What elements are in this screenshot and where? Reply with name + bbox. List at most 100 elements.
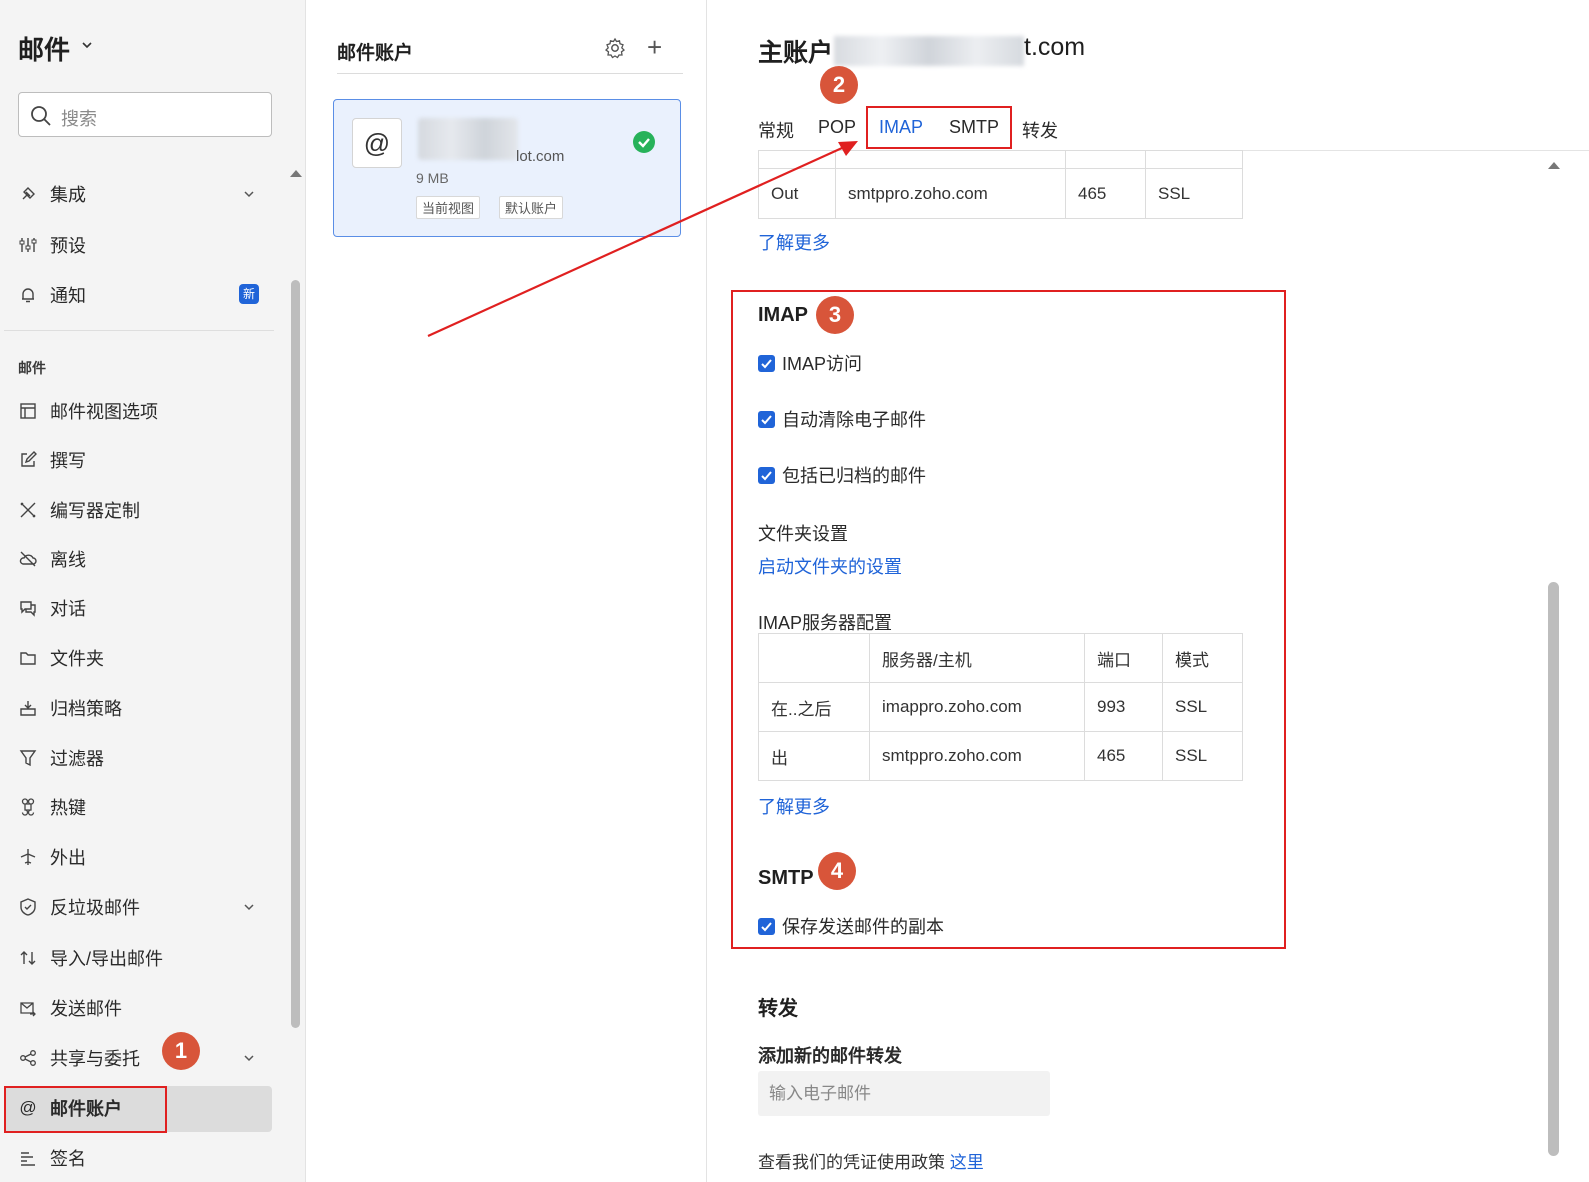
sidebar-item-label: 导入/导出邮件 (50, 949, 164, 969)
sidebar-item-label: 归档策略 (50, 699, 122, 719)
sidebar-item-archive-policy[interactable]: 归档策略 (18, 690, 273, 726)
sidebar-item-anti-spam[interactable]: 反垃圾邮件 (18, 889, 273, 925)
sidebar-item-label: 对话 (50, 599, 86, 619)
scroll-up-icon[interactable] (1547, 160, 1561, 170)
search-placeholder: 搜索 (61, 109, 97, 129)
gear-icon[interactable] (604, 37, 626, 59)
tab-general[interactable]: 常规 (758, 117, 794, 143)
sidebar-item-label: 预设 (50, 236, 86, 256)
sidebar-item-conversation[interactable]: 对话 (18, 590, 273, 626)
annotation-box-tabs (866, 106, 1012, 149)
sliders-icon (18, 235, 38, 255)
pop-server-table: Out smtppro.zoho.com 465 SSL (758, 150, 1243, 219)
annotation-badge-3: 3 (816, 296, 854, 334)
sidebar-item-send-mail[interactable]: 发送邮件 (18, 990, 273, 1026)
table-cell: Out (758, 168, 836, 219)
chevron-down-icon[interactable] (243, 1052, 255, 1064)
settings-sidebar: 邮件 搜索 集成 预设 通知 新 邮件 邮件视图选项 撰写 编写器定制 离线 对… (0, 0, 306, 1182)
forward-email-input[interactable] (758, 1071, 1050, 1116)
sidebar-item-notifications[interactable]: 通知 新 (18, 277, 273, 313)
sidebar-item-integrations[interactable]: 集成 (18, 176, 273, 212)
scroll-up-icon[interactable] (289, 168, 303, 178)
at-icon: @ (352, 118, 402, 168)
divider (337, 73, 683, 74)
accounts-column: 邮件账户 + @ lot.com 9 MB 当前视图 默认账户 (307, 0, 707, 1182)
policy-text: 查看我们的凭证使用政策 这里 (758, 1148, 984, 1173)
sidebar-item-signature[interactable]: 签名 (18, 1140, 273, 1176)
folder-icon (18, 648, 38, 668)
annotation-badge-2: 2 (820, 66, 858, 104)
redacted-email (834, 36, 1024, 66)
sidebar-item-presets[interactable]: 预设 (18, 227, 273, 263)
sidebar-item-out-of-office[interactable]: 外出 (18, 839, 273, 875)
compose-icon (18, 450, 38, 470)
add-account-button[interactable]: + (647, 34, 662, 60)
sidebar-item-label: 离线 (50, 550, 86, 570)
account-card[interactable]: @ lot.com 9 MB 当前视图 默认账户 (333, 99, 681, 237)
chevron-down-icon[interactable] (243, 188, 255, 200)
sidebar-item-import-export[interactable]: 导入/导出邮件 (18, 940, 273, 976)
sidebar-item-hotkeys[interactable]: 热键 (18, 789, 273, 825)
tools-icon (18, 500, 38, 520)
command-icon (18, 797, 38, 817)
sidebar-item-label: 签名 (50, 1149, 86, 1169)
sidebar-item-offline[interactable]: 离线 (18, 541, 273, 577)
annotation-box-accounts (4, 1086, 167, 1133)
sidebar-item-label: 反垃圾邮件 (50, 898, 140, 918)
sidebar-scrollbar[interactable] (291, 280, 300, 1028)
sidebar-item-editor-customization[interactable]: 编写器定制 (18, 492, 273, 528)
chevron-down-icon[interactable] (243, 901, 255, 913)
layout-icon (18, 401, 38, 421)
sidebar-item-label: 编写器定制 (50, 501, 140, 521)
sidebar-item-compose[interactable]: 撰写 (18, 442, 273, 478)
add-forward-label: 添加新的邮件转发 (758, 1046, 902, 1066)
archive-icon (18, 698, 38, 718)
account-size: 9 MB (416, 170, 449, 186)
search-input[interactable]: 搜索 (18, 92, 272, 137)
tag-current-view: 当前视图 (416, 196, 481, 219)
learn-more-link[interactable]: 了解更多 (758, 229, 830, 255)
tab-pop[interactable]: POP (818, 117, 856, 138)
sidebar-item-label: 发送邮件 (50, 999, 122, 1019)
chevron-down-icon[interactable] (80, 38, 94, 52)
annotation-box-imap-smtp (731, 290, 1286, 949)
cloud-off-icon (18, 549, 38, 569)
sidebar-item-mail-view-options[interactable]: 邮件视图选项 (18, 393, 273, 429)
signature-icon (18, 1148, 38, 1168)
table-row (758, 150, 1243, 169)
account-heading: 主账户 (758, 39, 834, 67)
sidebar-item-sharing-delegation[interactable]: 共享与委托 (18, 1040, 273, 1076)
sidebar-item-label: 过滤器 (50, 749, 104, 769)
app-title[interactable]: 邮件 (18, 30, 70, 67)
sidebar-item-label: 撰写 (50, 451, 86, 471)
send-mail-icon (18, 998, 38, 1018)
share-icon (18, 1048, 38, 1068)
sidebar-item-folders[interactable]: 文件夹 (18, 640, 273, 676)
annotation-badge-1: 1 (162, 1032, 200, 1070)
redacted-account-name (418, 118, 518, 160)
sidebar-item-filters[interactable]: 过滤器 (18, 740, 273, 776)
import-export-icon (18, 948, 38, 968)
table-cell: SSL (1145, 168, 1243, 219)
content-scrollbar[interactable] (1548, 582, 1559, 1156)
table-row: Out smtppro.zoho.com 465 SSL (758, 168, 1243, 219)
table-cell: 465 (1065, 168, 1146, 219)
annotation-badge-4: 4 (818, 852, 856, 890)
policy-text-label: 查看我们的凭证使用政策 (758, 1153, 945, 1172)
new-badge: 新 (238, 284, 259, 304)
table-cell: smtppro.zoho.com (835, 168, 1066, 219)
sidebar-item-label: 文件夹 (50, 649, 104, 669)
tab-forwarding[interactable]: 转发 (1022, 117, 1058, 143)
sidebar-item-label: 邮件视图选项 (50, 402, 158, 422)
plug-icon (18, 184, 38, 204)
tag-default-account: 默认账户 (499, 196, 564, 219)
sidebar-item-label: 集成 (50, 185, 86, 205)
divider (4, 330, 274, 331)
policy-link[interactable]: 这里 (950, 1153, 984, 1172)
shield-icon (18, 897, 38, 917)
section-label-mail: 邮件 (18, 360, 46, 376)
bell-icon (18, 285, 38, 305)
accounts-title: 邮件账户 (337, 43, 414, 64)
account-heading-suffix: t.com (1024, 33, 1086, 61)
sidebar-item-label: 通知 (50, 286, 86, 306)
